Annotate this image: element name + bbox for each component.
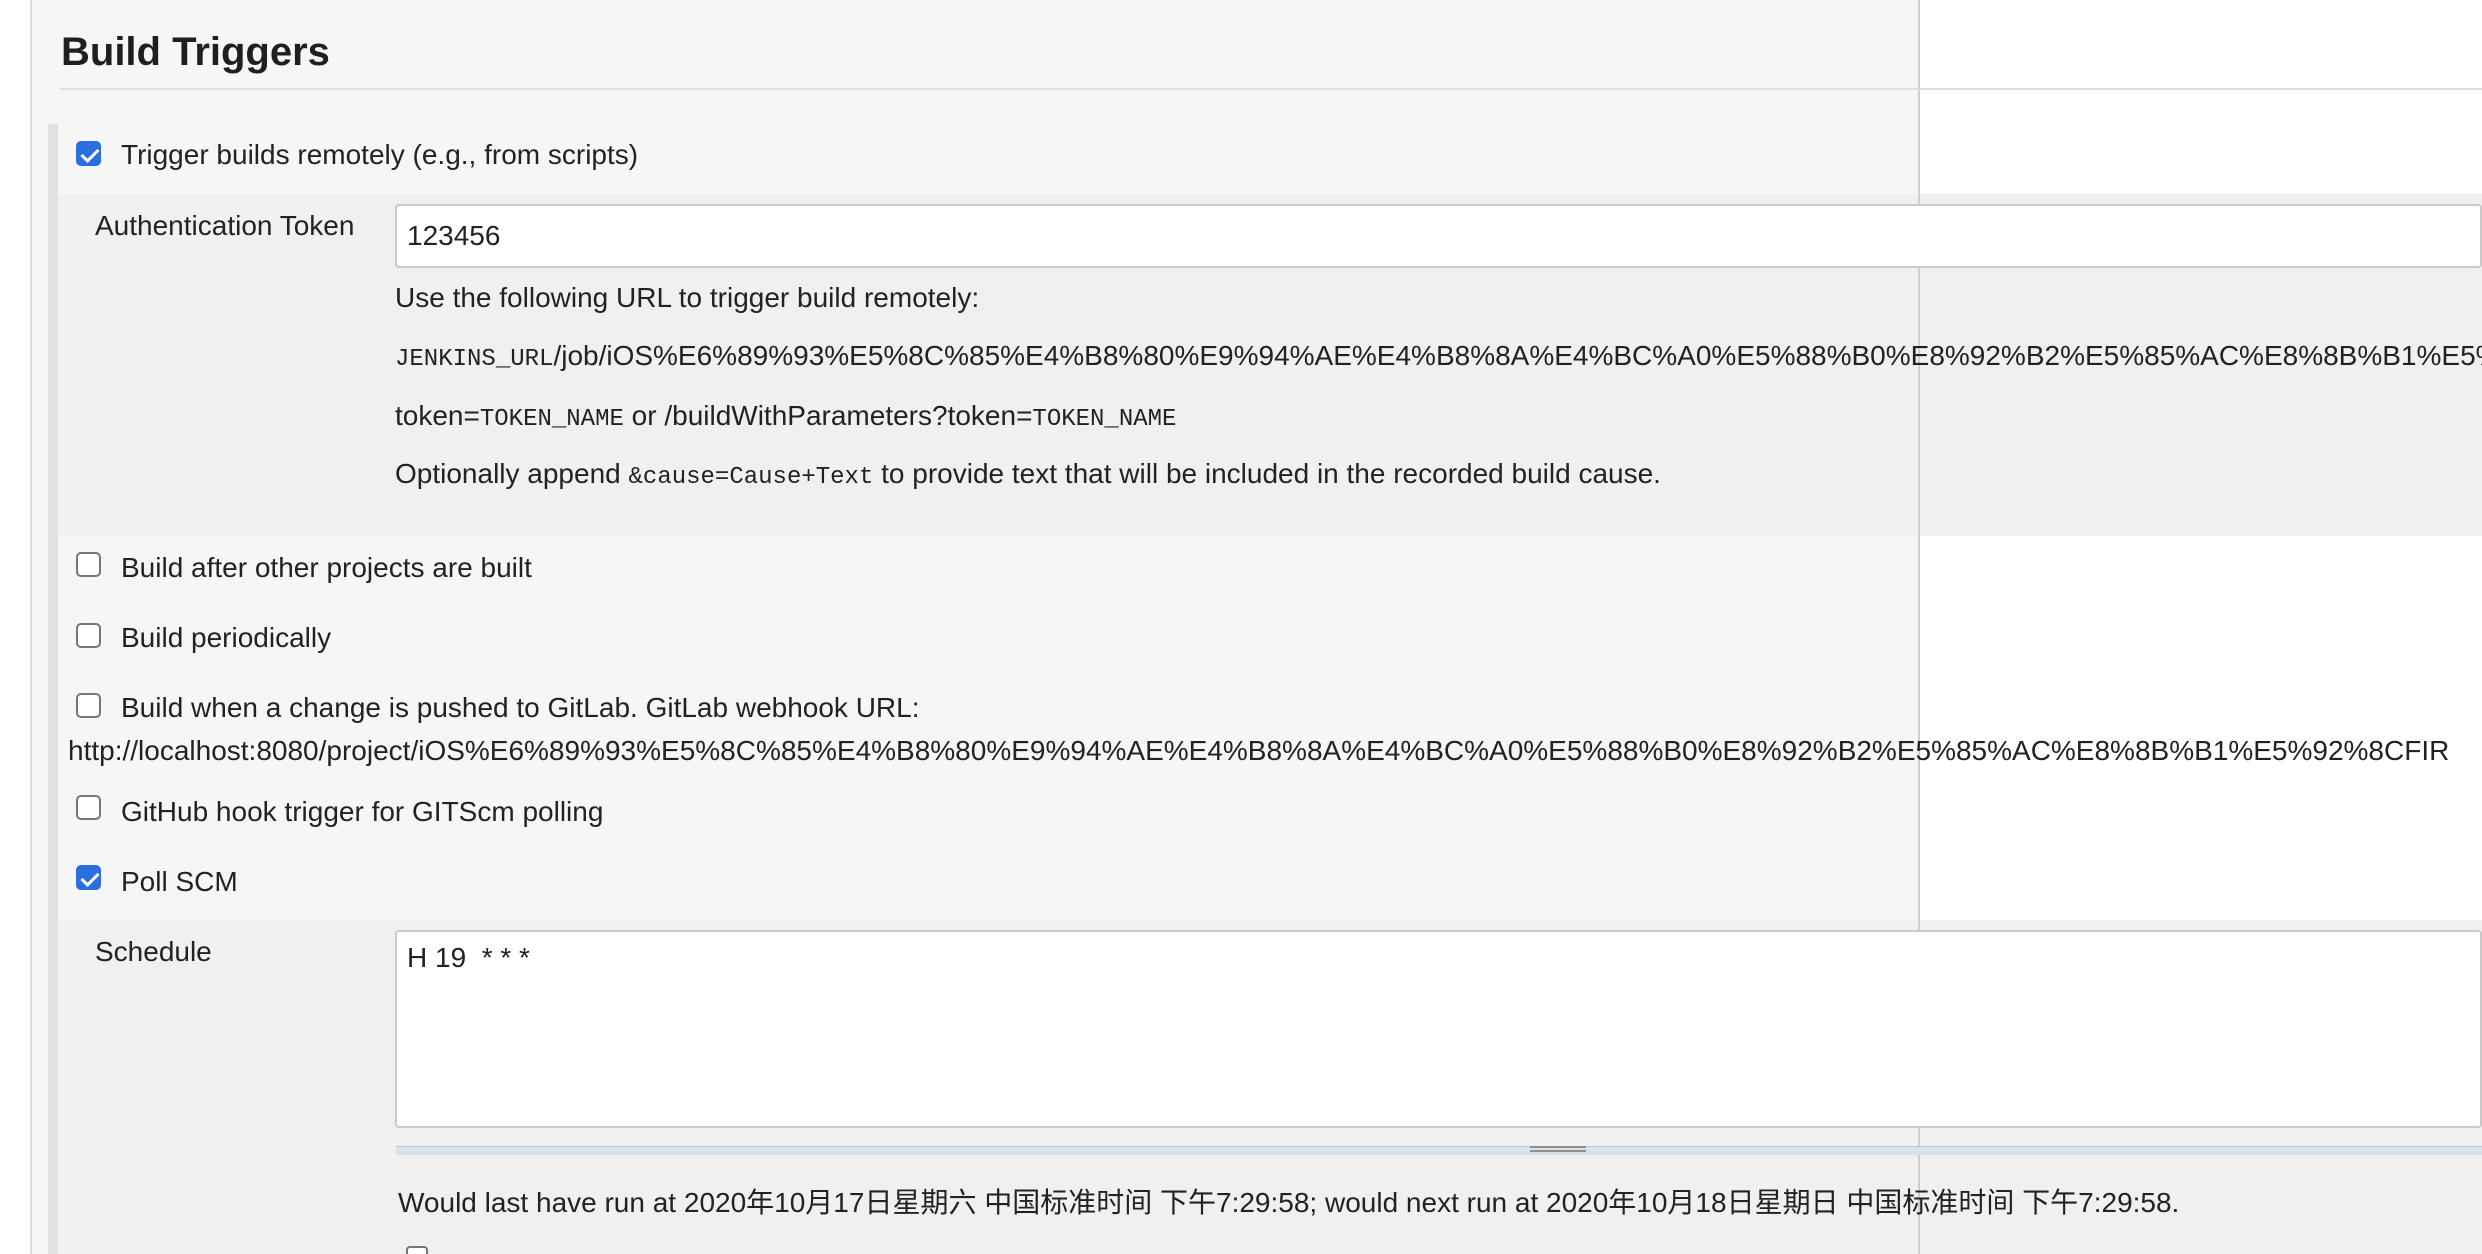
build-periodically-label[interactable]: Build periodically — [121, 622, 331, 654]
token-name-code-2: TOKEN_NAME — [1032, 406, 1177, 433]
partial-checkbox[interactable] — [406, 1246, 428, 1254]
token-name-code: TOKEN_NAME — [479, 406, 624, 433]
remote-help-url: JENKINS_URL/job/iOS%E6%89%93%E5%8C%85%E4… — [395, 340, 2482, 373]
section-divider — [60, 88, 2482, 90]
poll-scm-label[interactable]: Poll SCM — [121, 866, 238, 898]
schedule-run-info: Would last have run at 2020年10月17日星期六 中国… — [398, 1187, 2180, 1218]
cause-explanation: to provide text that will be included in… — [873, 458, 1661, 489]
section-group-bar — [48, 124, 58, 1254]
gitlab-push-label[interactable]: Build when a change is pushed to GitLab.… — [121, 692, 920, 724]
schedule-textarea[interactable]: H 19 * * * — [395, 930, 2482, 1128]
token-param: token= — [395, 400, 480, 431]
build-after-other-projects-label[interactable]: Build after other projects are built — [121, 552, 532, 584]
build-after-other-projects-checkbox[interactable] — [76, 552, 101, 577]
trigger-remote-label[interactable]: Trigger builds remotely (e.g., from scri… — [121, 139, 638, 171]
poll-scm-checkbox[interactable] — [76, 865, 101, 890]
remote-help-line-3: token=TOKEN_NAME or /buildWithParameters… — [395, 400, 1176, 433]
jenkins-url-token: JENKINS_URL — [395, 346, 554, 373]
section-title: Build Triggers — [61, 30, 330, 74]
resize-grip-icon[interactable] — [1530, 1146, 1586, 1154]
auth-token-label: Authentication Token — [95, 210, 355, 241]
cause-param-code: &cause=Cause+Text — [628, 464, 874, 491]
build-periodically-checkbox[interactable] — [76, 623, 101, 648]
append-text: Optionally append — [395, 458, 629, 489]
job-url-path: /job/iOS%E6%89%93%E5%8C%85%E4%B8%80%E9%9… — [553, 340, 2482, 371]
build-with-parameters-text: or /buildWithParameters?token= — [623, 400, 1033, 431]
remote-help-line-1: Use the following URL to trigger build r… — [395, 282, 980, 313]
remote-help-line-4: Optionally append &cause=Cause+Text to p… — [395, 458, 1661, 491]
textarea-resize-bar[interactable] — [396, 1146, 2482, 1155]
github-hook-checkbox[interactable] — [76, 795, 101, 820]
schedule-label: Schedule — [95, 936, 212, 967]
page-left-margin — [0, 0, 32, 1254]
github-hook-label[interactable]: GitHub hook trigger for GITScm polling — [121, 796, 603, 828]
trigger-remote-checkbox[interactable] — [76, 141, 101, 166]
gitlab-push-checkbox[interactable] — [76, 693, 101, 718]
gitlab-webhook-url: http://localhost:8080/project/iOS%E6%89%… — [68, 735, 2450, 766]
auth-token-input[interactable] — [395, 204, 2482, 268]
